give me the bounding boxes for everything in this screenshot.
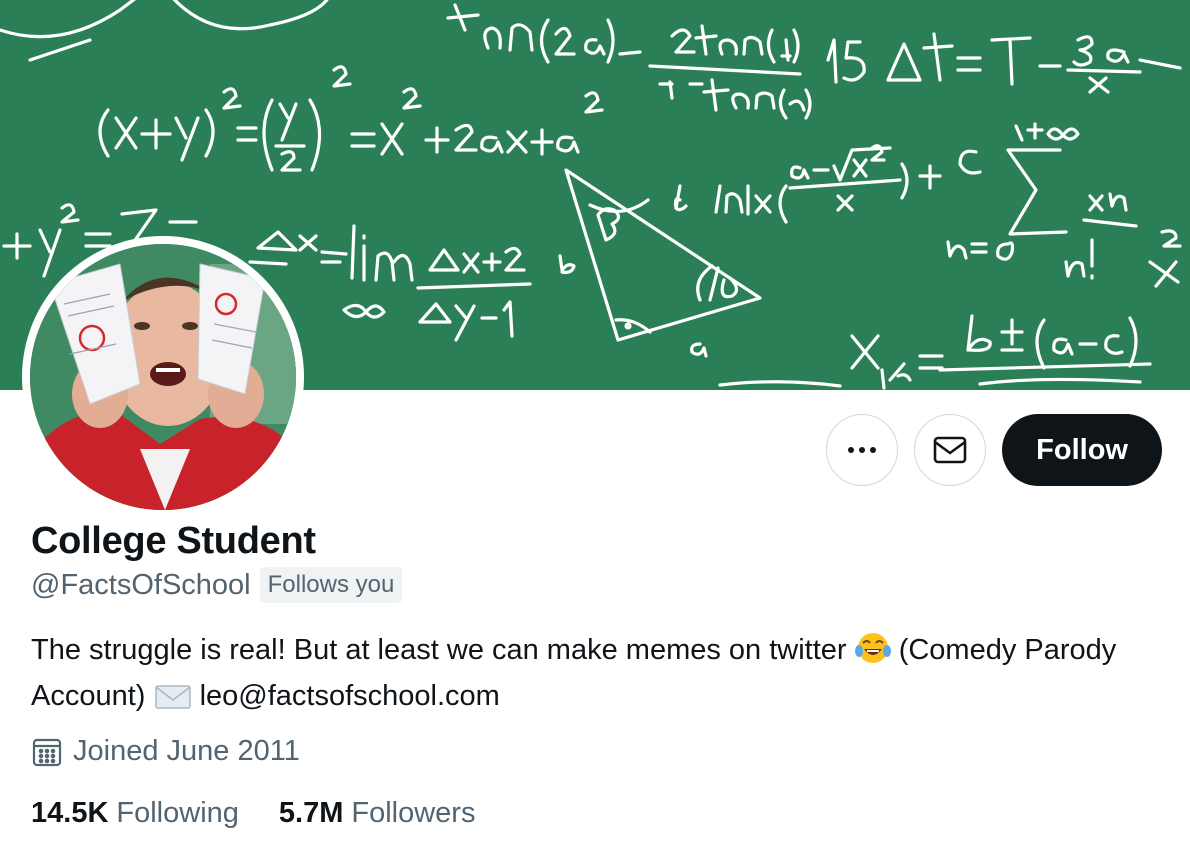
calendar-icon [32,738,62,766]
bio-text: The struggle is real! But at least we ca… [31,634,847,666]
followers-label: Followers [351,797,476,829]
followers-count: 5.7M [278,797,344,829]
followers-link[interactable]: 5.7M Followers [279,797,476,830]
follows-you-badge: Follows you [259,567,403,603]
more-button[interactable] [826,414,899,486]
profile-bio: The struggle is real! But at least we ca… [31,630,1171,722]
follow-stats: 14.5K Following 5.7M Followers [31,797,475,830]
envelope-icon [933,436,967,464]
profile-avatar[interactable] [22,236,304,518]
envelope-emoji-icon [154,682,192,722]
display-name: College Student [31,520,316,562]
joined-text: Joined June 2011 [73,735,300,767]
bio-email-link[interactable]: leo@factsofschool.com [200,680,500,712]
avatar-photo [30,244,296,510]
following-label: Following [116,797,239,829]
following-link[interactable]: 14.5K Following [31,797,239,830]
message-button[interactable] [914,414,987,486]
profile-actions: Follow [826,414,1162,486]
following-count: 14.5K [31,797,109,829]
tears-of-joy-emoji-icon [854,631,891,676]
follow-button[interactable]: Follow [1002,414,1162,486]
handle-row: @FactsOfSchool Follows you [31,567,403,603]
more-icon [848,447,877,453]
user-handle: @FactsOfSchool [31,568,251,601]
joined-date: Joined June 2011 [31,735,300,768]
